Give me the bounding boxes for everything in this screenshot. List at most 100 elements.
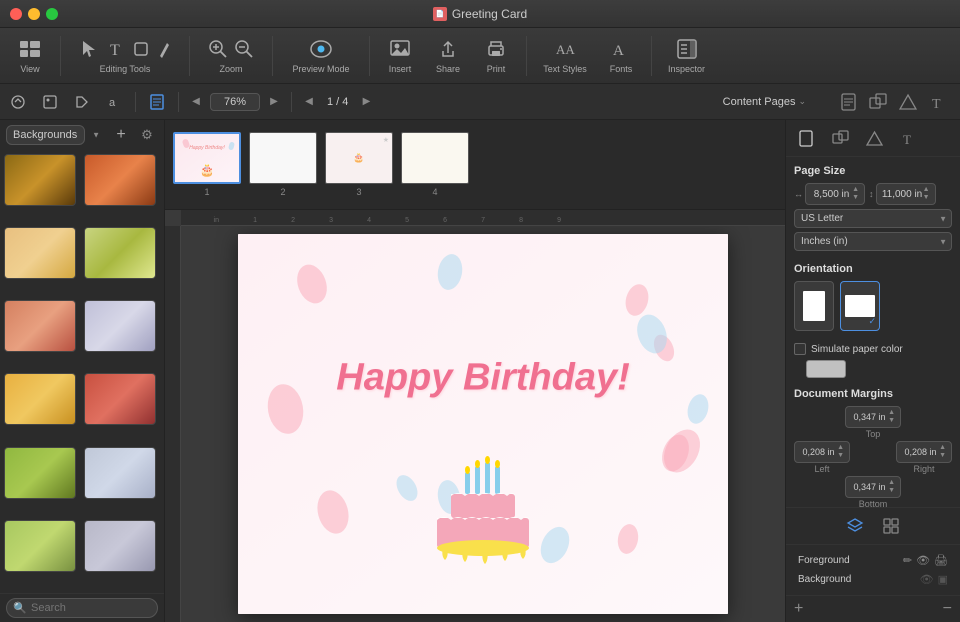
print-button[interactable]: Print xyxy=(474,33,518,78)
remove-layer-button[interactable]: − xyxy=(943,600,952,618)
layers-tab[interactable] xyxy=(841,512,869,540)
top-margin-row: 0,347 in ▲ ▼ Top xyxy=(794,406,952,439)
birthday-text: Happy Birthday! xyxy=(336,357,629,400)
bottom-margin-stepper[interactable]: ▲ ▼ xyxy=(888,479,895,495)
preview-mode-button[interactable]: Preview Mode xyxy=(281,33,361,78)
shapes-tab-icon[interactable] xyxy=(894,88,922,116)
background-thumb-4[interactable] xyxy=(84,227,156,279)
background-thumb-10[interactable] xyxy=(84,447,156,499)
foreground-print-icon[interactable]: 🖨 xyxy=(934,554,948,567)
background-thumb-12[interactable] xyxy=(84,520,156,572)
top-margin-field[interactable]: 0,347 in ▲ ▼ xyxy=(845,406,901,428)
background-layer-row[interactable]: Background 👁 ▣ xyxy=(794,570,952,589)
add-background-button[interactable]: + xyxy=(110,124,132,146)
settings-button[interactable]: ⚙ xyxy=(136,124,158,146)
page-info: 1 / 4 xyxy=(323,96,352,108)
zoom-button[interactable]: Zoom xyxy=(198,33,264,78)
width-down[interactable]: ▼ xyxy=(852,194,859,202)
background-thumb-3[interactable] xyxy=(4,227,76,279)
inspector-text-tab[interactable]: T xyxy=(894,124,922,152)
inspector-page-tab[interactable] xyxy=(792,124,820,152)
inspector-arrange-tab[interactable] xyxy=(826,124,854,152)
category-select[interactable]: Backgrounds Shapes Text xyxy=(6,125,85,145)
toolbar2-icon-3[interactable] xyxy=(68,88,96,116)
editing-tools-button[interactable]: T Editing Tools xyxy=(69,33,181,78)
width-up[interactable]: ▲ xyxy=(852,186,859,194)
page-thumb-1[interactable]: Happy Birthday! 🎂 xyxy=(173,132,241,184)
background-thumb-2[interactable] xyxy=(84,154,156,206)
page-width-field[interactable]: 8,500 in ▲ ▼ xyxy=(805,183,865,205)
background-print-icon[interactable]: ▣ xyxy=(938,573,948,586)
page-thumb-3[interactable]: 🎂 ★ xyxy=(325,132,393,184)
paper-color-swatch[interactable] xyxy=(806,360,846,378)
view-button[interactable]: View xyxy=(8,33,52,78)
right-margin-field[interactable]: 0,208 in ▲ ▼ xyxy=(896,441,952,463)
search-input[interactable] xyxy=(6,598,158,618)
close-button[interactable] xyxy=(10,8,22,20)
page-thumb-4[interactable] xyxy=(401,132,469,184)
background-thumb-6[interactable] xyxy=(84,300,156,352)
next-page-button[interactable]: ▶ xyxy=(356,92,376,112)
add-layer-button[interactable]: + xyxy=(794,600,803,618)
left-margin-label: Left xyxy=(814,464,829,474)
page-thumb-2[interactable] xyxy=(249,132,317,184)
zoom-out-button[interactable]: ▶ xyxy=(264,92,284,112)
page-item-3[interactable]: 🎂 ★ 3 xyxy=(325,132,393,197)
left-margin-stepper[interactable]: ▲ ▼ xyxy=(837,444,844,460)
simulate-paper-checkbox[interactable] xyxy=(794,343,806,355)
background-thumb-11[interactable] xyxy=(4,520,76,572)
page-height-field[interactable]: 11,000 in ▲ ▼ xyxy=(876,183,936,205)
page-view-button[interactable] xyxy=(143,88,171,116)
zoom-in-button[interactable]: ◀ xyxy=(186,92,206,112)
foreground-layer-row[interactable]: Foreground ✏ 👁 🖨 xyxy=(794,551,952,570)
background-thumb-9[interactable] xyxy=(4,447,76,499)
left-margin-field[interactable]: 0,208 in ▲ ▼ xyxy=(794,441,850,463)
margins-title: Document Margins xyxy=(794,388,952,400)
fonts-button[interactable]: A Fonts xyxy=(599,33,643,78)
bottom-margin-field[interactable]: 0,347 in ▲ ▼ xyxy=(845,476,901,498)
maximize-button[interactable] xyxy=(46,8,58,20)
right-margin-stepper[interactable]: ▲ ▼ xyxy=(939,444,946,460)
page-item-1[interactable]: Happy Birthday! 🎂 1 xyxy=(173,132,241,197)
background-thumb-5[interactable] xyxy=(4,300,76,352)
foreground-visibility-icon[interactable]: 👁 xyxy=(916,554,930,567)
paper-size-select[interactable]: US Letter A4 Custom xyxy=(794,209,952,228)
foreground-edit-icon[interactable]: ✏ xyxy=(903,554,912,567)
prev-page-button[interactable]: ◀ xyxy=(299,92,319,112)
toolbar2-icon-4[interactable]: a xyxy=(100,88,128,116)
zoom-display[interactable]: 76% xyxy=(210,93,260,111)
page-item-2[interactable]: 2 xyxy=(249,132,317,197)
top-margin-stepper[interactable]: ▲ ▼ xyxy=(888,409,895,425)
background-visibility-icon[interactable]: 👁 xyxy=(920,573,934,586)
width-stepper[interactable]: ▲ ▼ xyxy=(852,186,859,202)
zoom-icon xyxy=(206,37,230,61)
right-margin-label: Right xyxy=(913,464,934,474)
toolbar2-icon-1[interactable] xyxy=(4,88,32,116)
background-thumb-1[interactable] xyxy=(4,154,76,206)
height-down[interactable]: ▼ xyxy=(923,194,930,202)
share-button[interactable]: Share xyxy=(426,33,470,78)
page-item-4[interactable]: 4 xyxy=(401,132,469,197)
svg-text:T: T xyxy=(903,132,911,147)
arrange-tab-icon[interactable] xyxy=(864,88,892,116)
inspector-toolbar-button[interactable]: Inspector xyxy=(660,33,713,78)
text-styles-button[interactable]: AA Text Styles xyxy=(535,33,595,78)
page-tab-icon[interactable] xyxy=(834,88,862,116)
landscape-button[interactable]: ✓ xyxy=(840,281,880,331)
separator-v1 xyxy=(135,92,136,112)
height-stepper[interactable]: ▲ ▼ xyxy=(923,186,930,202)
background-thumb-7[interactable] xyxy=(4,373,76,425)
background-thumb-8[interactable] xyxy=(84,373,156,425)
text-tab-icon[interactable]: T xyxy=(924,88,952,116)
grid-tab[interactable] xyxy=(877,512,905,540)
minimize-button[interactable] xyxy=(28,8,40,20)
height-up[interactable]: ▲ xyxy=(923,186,930,194)
inspector-shapes-tab[interactable] xyxy=(860,124,888,152)
insert-button[interactable]: Insert xyxy=(378,33,422,78)
content-pages-selector[interactable]: Content Pages ⌄ xyxy=(723,96,806,108)
toolbar2-icon-2[interactable] xyxy=(36,88,64,116)
landscape-check-icon: ✓ xyxy=(868,316,876,327)
units-select[interactable]: Inches (in) Centimeters (cm) Pixels (px) xyxy=(794,232,952,251)
portrait-button[interactable] xyxy=(794,281,834,331)
foreground-layer-label: Foreground xyxy=(798,555,899,566)
